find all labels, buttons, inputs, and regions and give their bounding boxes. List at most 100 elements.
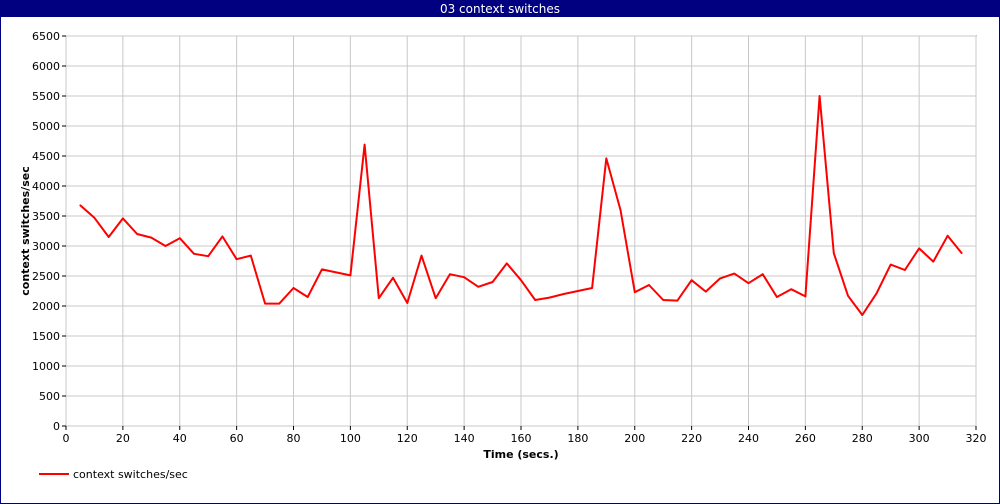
x-tick-label: 140 (454, 432, 475, 445)
data-point (833, 252, 835, 254)
y-axis-label: context switches/sec (19, 166, 32, 295)
line-chart: 0500100015002000250030003500400045005000… (19, 30, 987, 481)
x-tick-label: 220 (681, 432, 702, 445)
x-tick-label: 80 (287, 432, 301, 445)
data-point (776, 296, 778, 298)
data-point (178, 237, 181, 239)
y-tick-label: 500 (39, 390, 60, 403)
x-tick-label: 320 (966, 432, 987, 445)
x-tick-label: 120 (397, 432, 418, 445)
data-point (434, 297, 437, 300)
x-tick-label: 0 (63, 432, 70, 445)
data-point (122, 217, 124, 220)
data-point (662, 299, 664, 301)
data-point (690, 279, 693, 282)
x-tick-label: 40 (173, 432, 187, 445)
x-tick-label: 160 (511, 432, 532, 445)
chart-title: 03 context switches (1, 1, 999, 17)
data-point (534, 299, 537, 301)
data-point (548, 296, 551, 299)
data-point (93, 217, 96, 219)
legend: context switches/sec (39, 468, 188, 481)
data-point (278, 302, 281, 305)
data-point (676, 299, 679, 302)
data-point (818, 95, 821, 97)
data-point (733, 272, 736, 275)
data-point (406, 302, 409, 304)
x-tick-label: 280 (852, 432, 873, 445)
data-point (960, 252, 963, 254)
data-point (349, 274, 352, 277)
data-point (164, 245, 167, 247)
data-point (847, 295, 849, 297)
x-tick-label: 100 (340, 432, 361, 445)
data-point (648, 284, 650, 286)
data-point (292, 287, 295, 289)
y-tick-label: 6000 (32, 60, 60, 73)
data-point (264, 302, 266, 305)
data-point (505, 262, 508, 265)
data-point (463, 276, 465, 279)
data-point (207, 255, 209, 257)
data-point (875, 292, 878, 295)
data-point (904, 269, 906, 271)
data-point (335, 271, 337, 274)
y-tick-label: 2500 (32, 270, 60, 283)
x-tick-label: 200 (624, 432, 645, 445)
data-point (79, 204, 82, 206)
data-point (306, 296, 309, 298)
data-point (193, 253, 195, 255)
x-tick-label: 240 (738, 432, 759, 445)
y-tick-label: 1000 (32, 360, 60, 373)
y-tick-label: 4000 (32, 180, 60, 193)
data-point (107, 236, 110, 238)
y-tick-label: 6500 (32, 30, 60, 43)
y-tick-label: 1500 (32, 330, 60, 343)
data-point (932, 260, 935, 263)
data-point (420, 254, 423, 257)
x-axis-label: Time (secs.) (483, 448, 558, 461)
x-tick-label: 260 (795, 432, 816, 445)
y-axis-ticks: 0 500 1000 1500 2000 2500 3000 3500 4000 4500 5000… (32, 30, 66, 433)
x-tick-label: 300 (909, 432, 930, 445)
data-point (861, 314, 864, 316)
data-point (747, 282, 750, 285)
data-point (633, 291, 636, 294)
y-tick-label: 0 (53, 420, 60, 433)
y-tick-label: 3500 (32, 210, 60, 223)
data-point (363, 143, 366, 146)
data-point (449, 273, 451, 276)
x-tick-label: 60 (230, 432, 244, 445)
y-tick-label: 5500 (32, 90, 60, 103)
data-point (804, 295, 807, 298)
data-point (520, 279, 522, 282)
data-point (946, 235, 949, 237)
data-point (491, 281, 494, 283)
data-point (136, 233, 138, 235)
x-tick-label: 180 (567, 432, 588, 445)
data-point (235, 258, 238, 260)
data-point (321, 268, 323, 271)
data-point (761, 273, 764, 276)
data-point (562, 293, 565, 295)
data-point (605, 157, 608, 160)
data-point (221, 235, 224, 238)
data-point (790, 288, 792, 291)
data-point (378, 297, 380, 300)
data-point (250, 254, 252, 257)
data-point (392, 277, 394, 279)
y-tick-label: 2000 (32, 300, 60, 313)
data-point (719, 277, 721, 280)
data-point (150, 236, 153, 239)
chart-window: 03 context switches 0 500 1000 1500 2000 2500… (0, 0, 1000, 504)
data-point (477, 286, 480, 288)
y-tick-label: 5000 (32, 120, 60, 133)
data-point (705, 290, 707, 293)
y-tick-label: 4500 (32, 150, 60, 163)
x-axis-ticks: 0 20 40 60 80 100 120 140 160 180 200 220 240 260 280 3… (63, 426, 987, 445)
legend-label: context switches/sec (73, 468, 188, 481)
data-point (619, 209, 622, 211)
y-tick-label: 3000 (32, 240, 60, 253)
data-point (889, 263, 892, 266)
x-tick-label: 20 (116, 432, 130, 445)
